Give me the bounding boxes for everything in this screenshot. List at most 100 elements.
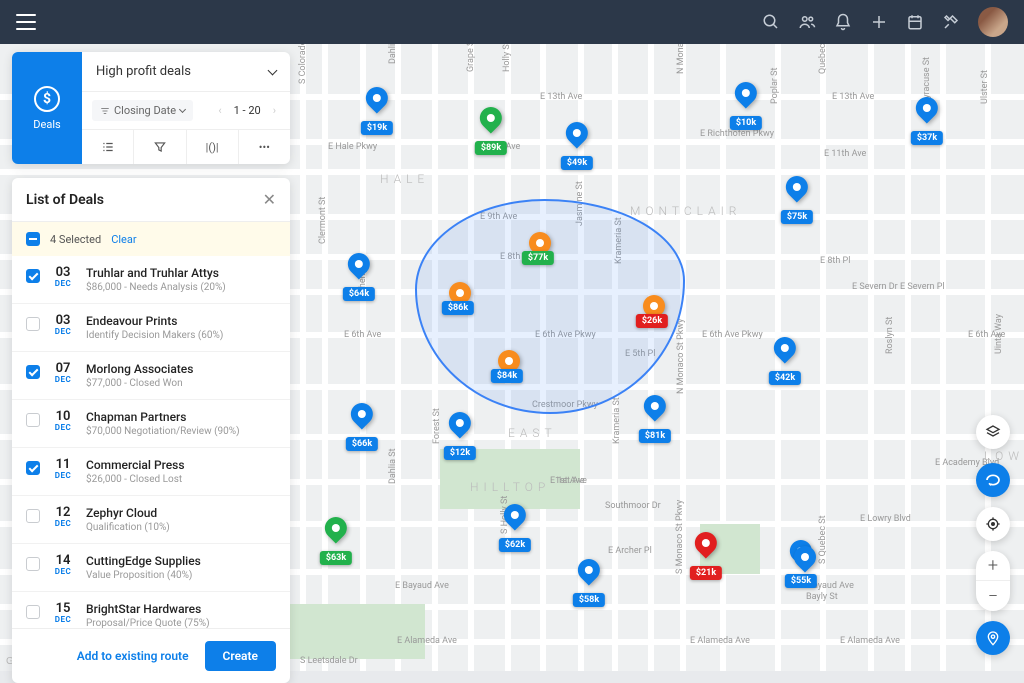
deal-checkbox[interactable] <box>26 557 40 571</box>
bell-icon[interactable] <box>834 13 852 31</box>
locate-icon[interactable] <box>976 507 1010 541</box>
deal-row[interactable]: 11DECCommercial Press$26,000 - Closed Lo… <box>12 448 290 496</box>
street-label: E Alameda Ave <box>840 636 900 646</box>
pin-value-badge: $81k <box>639 429 671 443</box>
clear-selection-link[interactable]: Clear <box>111 233 136 246</box>
deal-month: DEC <box>50 279 76 288</box>
page-range: 1 - 20 <box>234 104 261 117</box>
chevron-down-icon <box>179 105 186 112</box>
street-label: Quebec St <box>818 44 828 74</box>
zoom-out-button[interactable]: − <box>976 581 1010 611</box>
map-pin[interactable]: $89k <box>475 107 507 155</box>
map-pin[interactable]: $19k <box>361 87 393 135</box>
pin-marker-icon <box>449 412 471 442</box>
deal-subtitle: Identify Decision Makers (60%) <box>86 330 276 341</box>
street-label: Forest St <box>432 408 442 444</box>
module-tile[interactable]: $ Deals <box>12 52 82 164</box>
street-label: S Monaco St Pkwy <box>675 500 685 574</box>
map-pin[interactable]: $37k <box>911 97 943 145</box>
view-selector[interactable]: High profit deals <box>82 52 290 92</box>
draw-lasso-button[interactable] <box>976 463 1010 497</box>
pin-value-badge: $86k <box>442 301 474 315</box>
more-icon[interactable]: ••• <box>239 130 290 164</box>
neighborhood-label: MONTCLAIR <box>630 204 741 218</box>
close-icon[interactable]: ✕ <box>263 190 276 209</box>
search-icon[interactable] <box>762 13 780 31</box>
street-label: E 11th Ave <box>824 149 866 159</box>
select-all-checkbox[interactable] <box>26 232 40 246</box>
deal-checkbox[interactable] <box>26 605 40 619</box>
add-to-route-link[interactable]: Add to existing route <box>77 649 189 663</box>
map-pin[interactable]: $84k <box>491 365 523 383</box>
map-pin-button[interactable] <box>976 621 1010 655</box>
deal-checkbox[interactable] <box>26 317 40 331</box>
map-pin[interactable]: $58k <box>573 559 605 607</box>
map-pin[interactable]: $42k <box>769 337 801 385</box>
pin-value-badge: $26k <box>636 314 668 328</box>
map-pin[interactable]: $66k <box>346 403 378 451</box>
street-label: N Monaco Pkwy <box>676 44 686 74</box>
deal-row[interactable]: 12DECZephyr CloudQualification (10%) <box>12 496 290 544</box>
deal-checkbox[interactable] <box>26 365 40 379</box>
deal-row[interactable]: 07DECMorlong Associates$77,000 - Closed … <box>12 352 290 400</box>
pin-value-badge: $64k <box>343 287 375 301</box>
avatar[interactable] <box>978 7 1008 37</box>
deal-date: 10DEC <box>50 410 76 432</box>
map-pin[interactable]: $49k <box>561 122 593 170</box>
sort-button[interactable]: Closing Date <box>92 100 193 121</box>
map-pin[interactable] <box>794 546 816 576</box>
map-pin[interactable]: $10k <box>730 82 762 130</box>
create-button[interactable]: Create <box>205 641 276 671</box>
map-pin[interactable]: $62k <box>499 504 531 552</box>
page-prev[interactable]: ‹ <box>214 104 225 117</box>
pin-marker-icon <box>794 546 816 576</box>
map-pin[interactable]: $75k <box>781 176 813 224</box>
pin-value-badge: $19k <box>361 121 393 135</box>
list-title: List of Deals <box>26 192 104 208</box>
contacts-icon[interactable] <box>798 13 816 31</box>
map-pin[interactable]: $77k <box>522 247 554 265</box>
plus-icon[interactable] <box>870 13 888 31</box>
street-label: E Bayaud Ave <box>395 581 449 591</box>
selected-count: 4 Selected <box>50 233 101 246</box>
deal-checkbox[interactable] <box>26 269 40 283</box>
deal-subtitle: $86,000 - Needs Analysis (20%) <box>86 282 276 293</box>
map-pin[interactable]: $63k <box>320 517 352 565</box>
map-pin[interactable]: $26k <box>636 310 668 328</box>
pin-marker-icon <box>695 532 717 562</box>
map-pin[interactable]: $86k <box>442 297 474 315</box>
street-label: Grape St <box>466 44 476 72</box>
deal-row[interactable]: 15DECBrightStar HardwaresProposal/Price … <box>12 592 290 628</box>
pin-value-badge: $10k <box>730 116 762 130</box>
deal-row[interactable]: 10DECChapman Partners$70,000 Negotiation… <box>12 400 290 448</box>
tools-icon[interactable] <box>942 13 960 31</box>
deal-subtitle: Value Proposition (40%) <box>86 570 276 581</box>
pin-marker-icon <box>774 337 796 367</box>
calendar-icon[interactable] <box>906 13 924 31</box>
neighborhood-label: HILLTOP <box>470 480 550 494</box>
deal-checkbox[interactable] <box>26 509 40 523</box>
menu-icon[interactable] <box>16 14 36 30</box>
filter-icon[interactable] <box>134 130 186 164</box>
deal-date: 03DEC <box>50 266 76 288</box>
deal-checkbox[interactable] <box>26 461 40 475</box>
zoom-in-button[interactable]: + <box>976 551 1010 581</box>
deal-row[interactable]: 03DECEndeavour PrintsIdentify Decision M… <box>12 304 290 352</box>
map-pin[interactable]: $64k <box>343 253 375 301</box>
deal-row[interactable]: 14DECCuttingEdge SuppliesValue Propositi… <box>12 544 290 592</box>
page-next[interactable]: › <box>269 104 280 117</box>
street-label: E 13th Ave <box>540 92 582 102</box>
map-pin[interactable]: $12k <box>444 412 476 460</box>
deal-row[interactable]: 03DECTruhlar and Truhlar Attys$86,000 - … <box>12 256 290 304</box>
map-pin[interactable]: $21k <box>690 532 722 580</box>
list-view-icon[interactable] <box>82 130 134 164</box>
pin-value-badge: $62k <box>499 538 531 552</box>
layers-icon[interactable] <box>976 415 1010 449</box>
deal-name: Zephyr Cloud <box>86 506 276 520</box>
deal-day: 15 <box>50 602 76 615</box>
deal-month: DEC <box>50 423 76 432</box>
map-pin[interactable]: $81k <box>639 395 671 443</box>
kanban-icon[interactable]: |()| <box>187 130 239 164</box>
deal-date: 15DEC <box>50 602 76 624</box>
deal-checkbox[interactable] <box>26 413 40 427</box>
